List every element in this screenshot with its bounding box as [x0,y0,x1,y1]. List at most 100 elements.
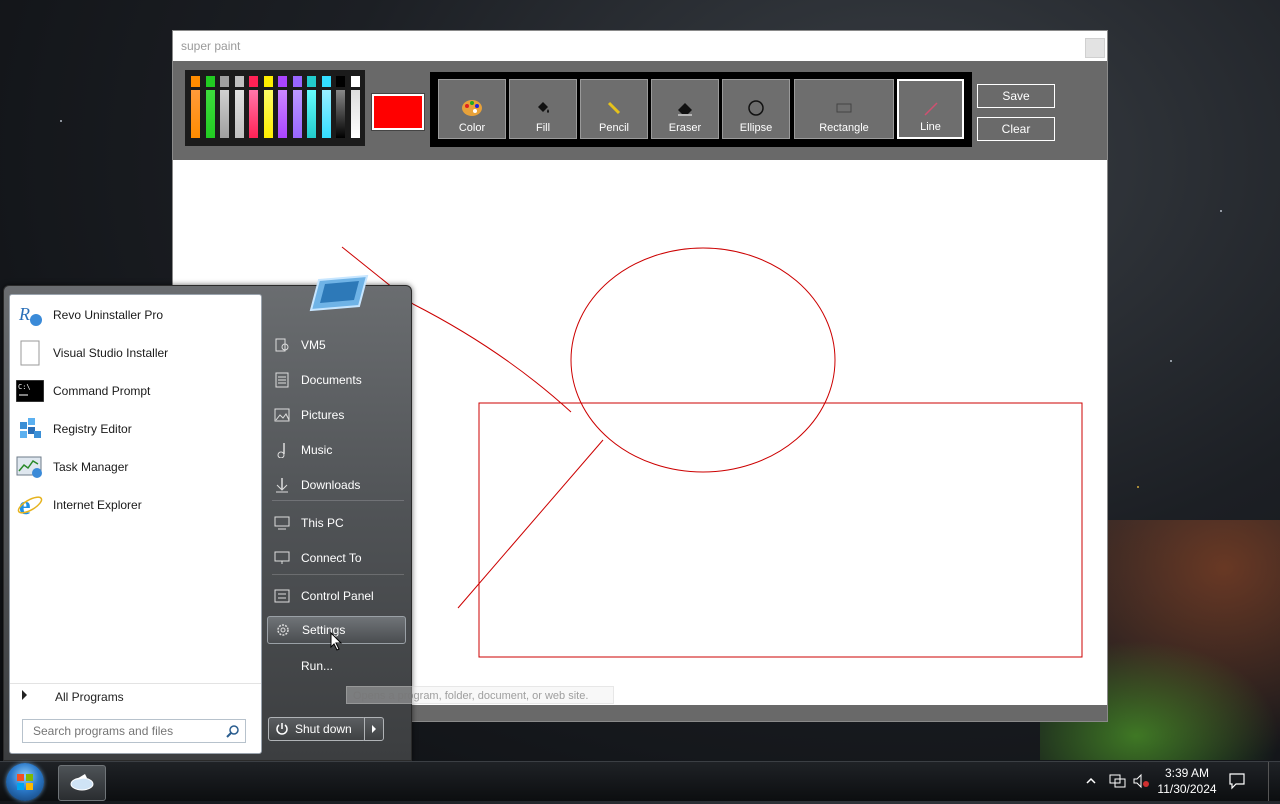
swatch-gradient [350,90,360,138]
clock-date: 11/30/2024 [1157,782,1217,796]
place-label: Documents [301,373,362,387]
computer-icon [273,514,291,532]
program-label: Task Manager [53,460,129,474]
tool-eraser-button[interactable]: Eraser [651,79,719,139]
place-vm5[interactable]: VM5 [267,331,406,359]
network-icon[interactable] [1108,773,1126,789]
revo-uninstaller-icon: R [15,300,45,330]
palette-swatch[interactable] [234,76,244,138]
chevron-right-icon [372,725,376,733]
swatch-chip [307,76,316,87]
all-programs-button[interactable]: All Programs [10,683,261,708]
swatch-gradient [220,90,229,138]
control-panel-icon [273,587,291,605]
show-hidden-icons-icon[interactable] [1086,776,1096,786]
save-button[interactable]: Save [977,84,1055,108]
wallpaper-star [60,120,62,122]
swatch-gradient [307,90,316,138]
swatch-chip [336,76,345,87]
program-label: Internet Explorer [53,498,142,512]
connect-to-icon [273,549,291,567]
palette-swatch[interactable] [292,76,302,138]
show-desktop-button[interactable] [1268,762,1280,801]
program-revo-uninstaller[interactable]: R Revo Uninstaller Pro [10,297,261,333]
search-input[interactable] [31,723,225,739]
place-documents[interactable]: Documents [267,366,406,394]
fill-bucket-icon [510,98,576,118]
line-icon [899,99,962,119]
shutdown-button[interactable]: Shut down [268,717,366,741]
palette-swatch[interactable] [205,76,215,138]
place-music[interactable]: Music [267,436,406,464]
current-color-swatch [372,94,424,130]
action-center-icon[interactable] [1228,772,1246,790]
place-label: This PC [301,516,344,530]
palette-swatch[interactable] [350,76,360,138]
task-manager-icon [15,452,45,482]
swatch-gradient [292,90,302,138]
place-control-panel[interactable]: Control Panel [267,582,406,610]
chevron-right-icon [22,690,27,700]
place-label: Run... [301,659,334,673]
wallpaper-star [1220,210,1222,212]
tool-fill-button[interactable]: Fill [509,79,577,139]
swatch-chip [350,76,360,87]
search-icon[interactable] [226,724,240,741]
volume-muted-icon[interactable] [1132,773,1150,789]
shutdown-label: Shut down [295,722,352,736]
start-search-box[interactable] [22,719,246,743]
palette-swatch[interactable] [249,76,258,138]
swatch-gradient [205,90,215,138]
swatch-gradient [191,90,200,138]
taskbar-clock[interactable]: 3:39 AM 11/30/2024 [1152,765,1222,797]
tool-label: Color [458,122,486,134]
palette-swatch[interactable] [220,76,229,138]
palette-swatch[interactable] [336,76,345,138]
place-label: VM5 [301,338,326,352]
blank-document-icon [15,338,45,368]
palette-swatch[interactable] [307,76,316,138]
place-pictures[interactable]: Pictures [267,401,406,429]
swatch-gradient [234,90,244,138]
title-bar[interactable]: super paint [173,31,1107,61]
run-icon [273,657,291,675]
tool-label: Line [920,121,941,133]
clear-button[interactable]: Clear [977,117,1055,141]
user-picture [309,272,369,312]
palette-swatch[interactable] [278,76,287,138]
program-visual-studio-installer[interactable]: Visual Studio Installer [10,335,261,371]
wallpaper-star [1170,360,1172,362]
taskbar-super-paint-button[interactable] [58,765,106,801]
palette-swatch[interactable] [263,76,273,138]
tool-label: Eraser [668,122,702,134]
tool-label: Rectangle [819,122,869,134]
tool-line-button[interactable]: Line [897,79,964,139]
shutdown-options-button[interactable] [364,717,384,741]
swatch-chip [278,76,287,87]
tool-ellipse-button[interactable]: Ellipse [722,79,790,139]
place-connect-to[interactable]: Connect To [267,544,406,572]
program-task-manager[interactable]: Task Manager [10,449,261,485]
palette-swatch[interactable] [191,76,200,138]
tool-pencil-button[interactable]: Pencil [580,79,648,139]
window-title: super paint [181,39,241,53]
swatch-chip [321,76,331,87]
program-internet-explorer[interactable]: e Internet Explorer [10,487,261,523]
program-label: Visual Studio Installer [53,346,169,360]
place-label: Control Panel [301,589,374,603]
place-downloads[interactable]: Downloads [267,471,406,499]
tool-label: Pencil [599,122,629,134]
palette-swatch[interactable] [321,76,331,138]
tool-rectangle-button[interactable]: Rectangle [794,79,894,139]
program-registry-editor[interactable]: Registry Editor [10,411,261,447]
swatch-chip [263,76,273,87]
tool-group: Color Fill Pencil Eraser Ellipse Rectang… [430,72,972,147]
place-this-pc[interactable]: This PC [267,509,406,537]
program-command-prompt[interactable]: C:\ Command Prompt [10,373,261,409]
swatch-chip [249,76,258,87]
swatch-chip [205,76,215,87]
start-button[interactable] [6,763,44,801]
tool-color-button[interactable]: Color [438,79,506,139]
close-button[interactable] [1085,38,1105,58]
place-run[interactable]: Run... [267,652,406,680]
